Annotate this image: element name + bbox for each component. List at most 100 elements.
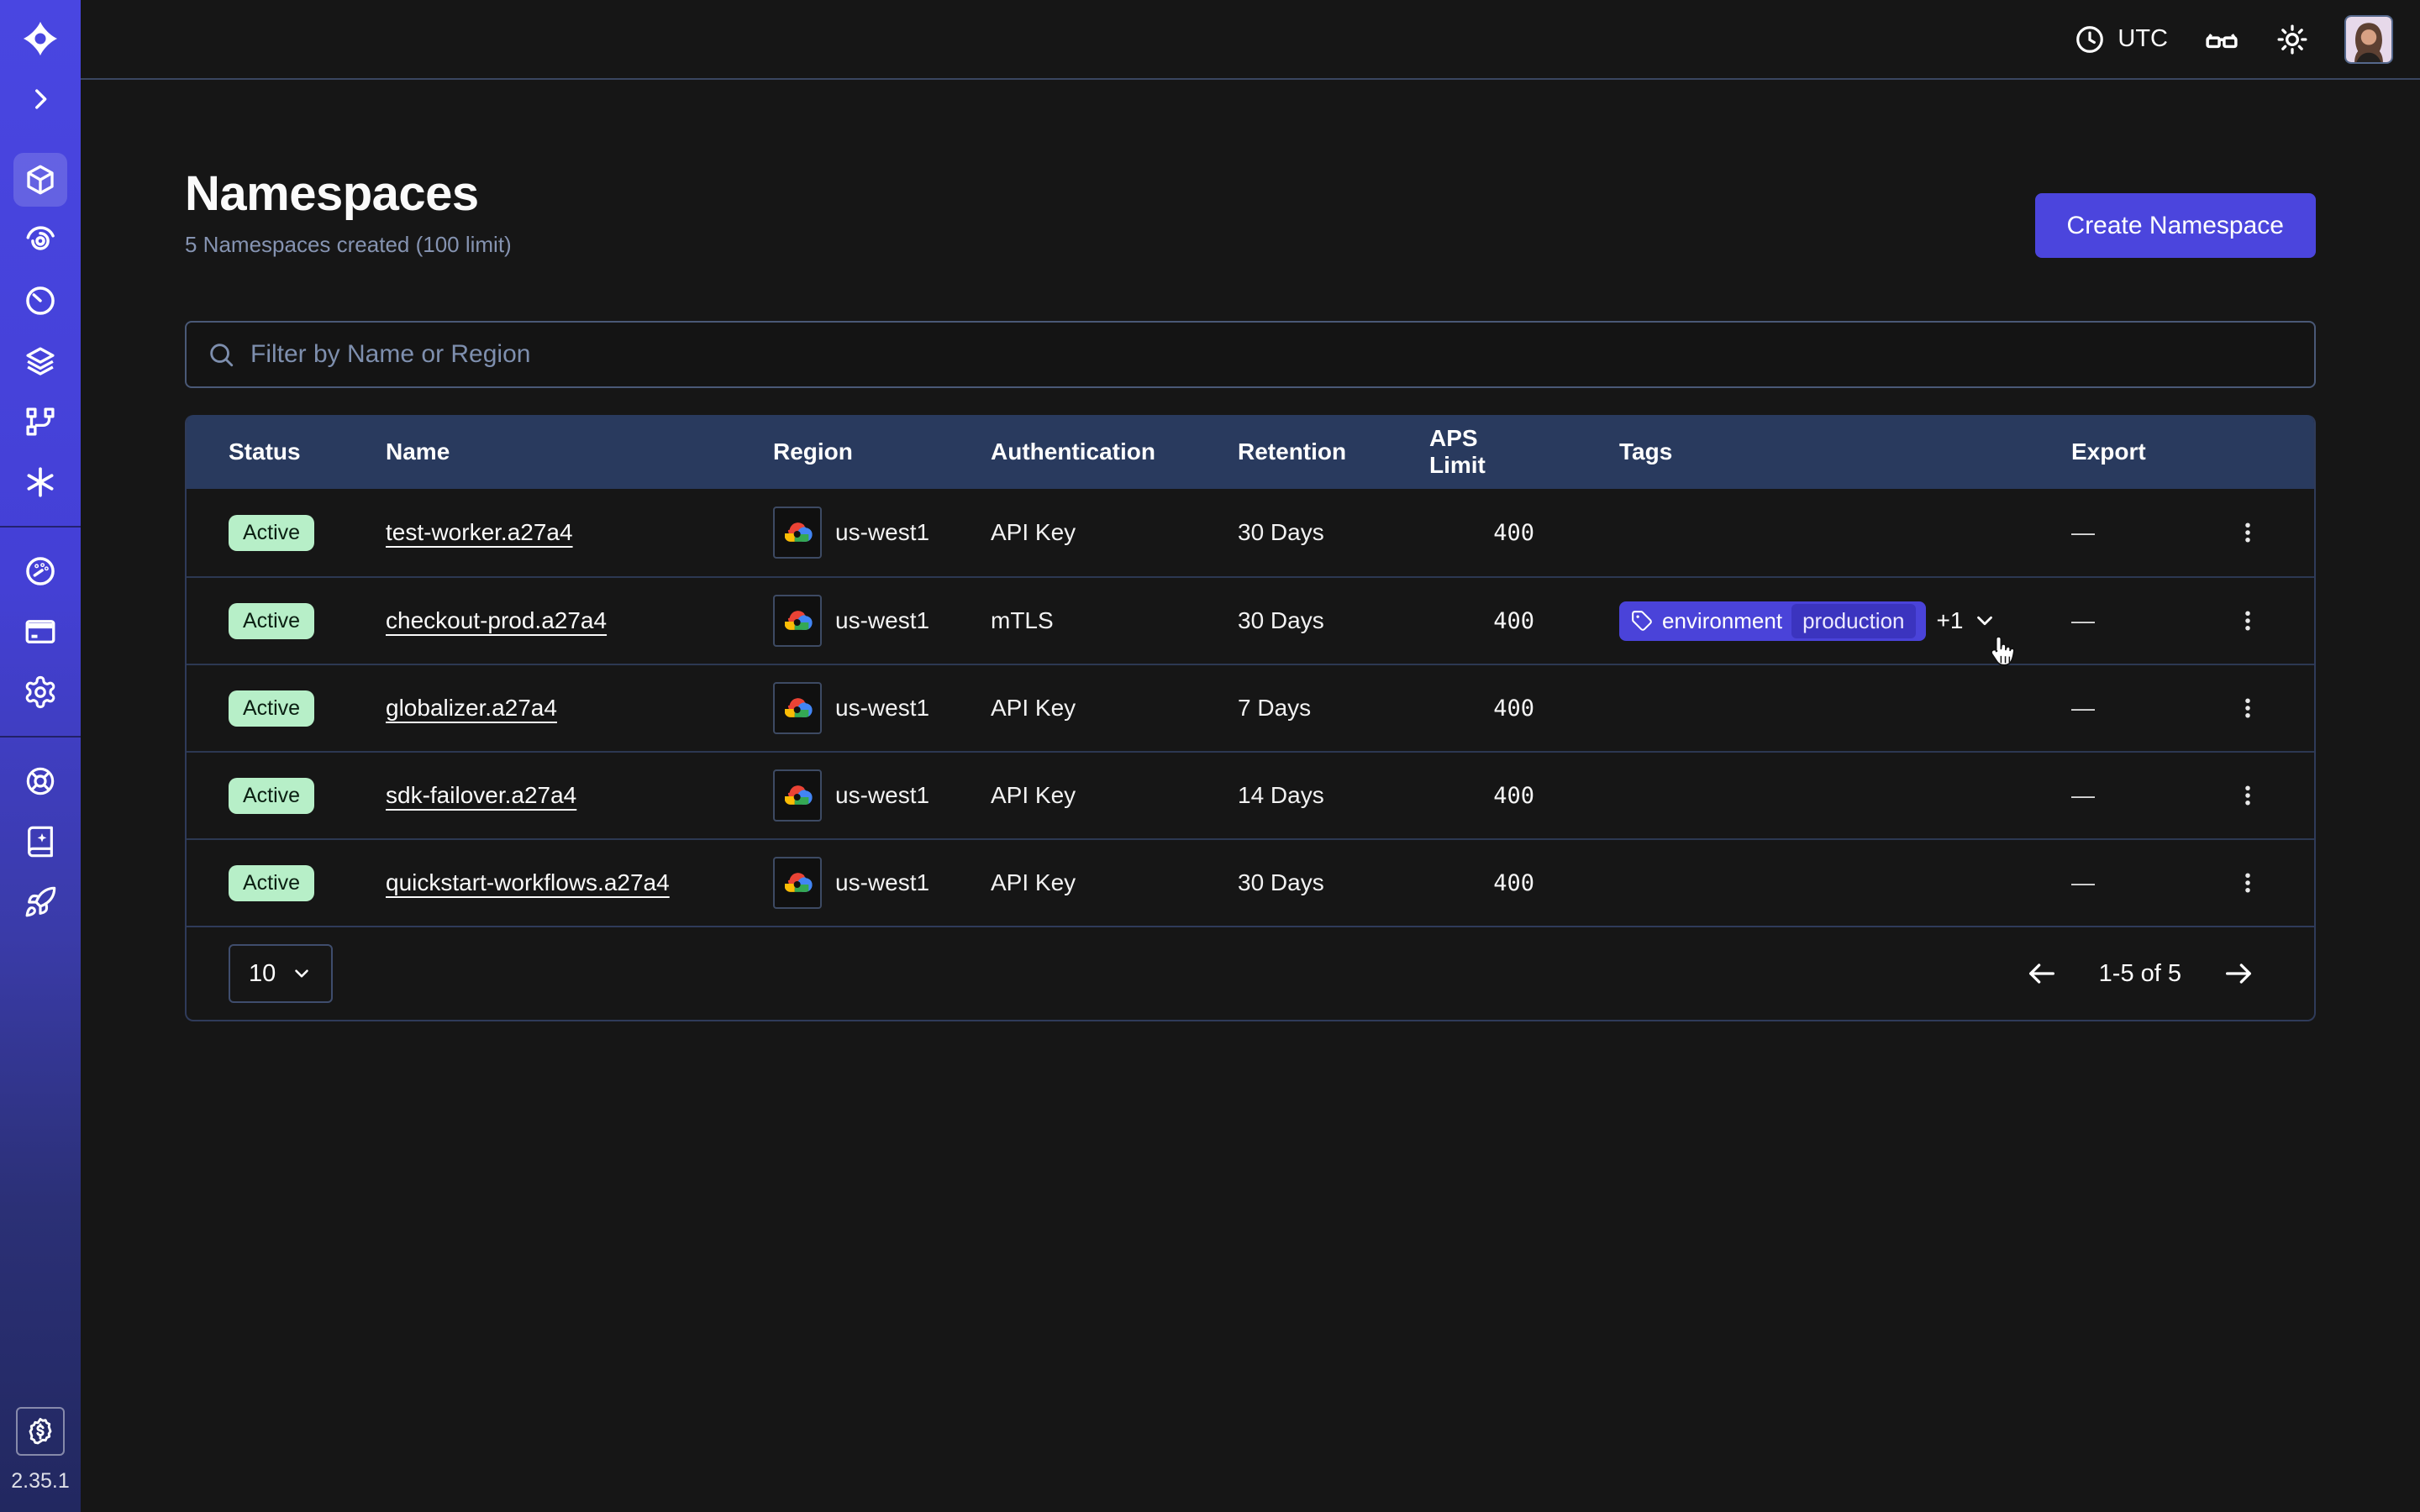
sidebar-item-getting-started[interactable]: [13, 875, 67, 929]
filter-input[interactable]: [250, 340, 2294, 369]
theme-toggle[interactable]: [2275, 23, 2309, 56]
retention-value: 30 Days: [1238, 869, 1429, 896]
row-actions-menu-button[interactable]: [2224, 685, 2271, 732]
arrow-right-icon: [2222, 957, 2255, 990]
timezone-label: UTC: [2118, 25, 2168, 53]
row-actions-menu-button[interactable]: [2224, 597, 2271, 644]
retention-value: 30 Days: [1238, 519, 1429, 546]
namespace-link[interactable]: sdk-failover.a27a4: [386, 782, 576, 809]
col-status: Status: [229, 438, 386, 465]
namespace-link[interactable]: globalizer.a27a4: [386, 695, 557, 722]
auth-value: API Key: [991, 782, 1238, 809]
namespace-count-subtitle: 5 Namespaces created (100 limit): [185, 232, 512, 258]
clock-icon: [2074, 24, 2106, 55]
region-label: us-west1: [835, 519, 929, 546]
page-header: Namespaces 5 Namespaces created (100 lim…: [185, 165, 2316, 258]
spiral-icon: [23, 223, 58, 258]
tags-expand-chevron-icon[interactable]: [1972, 608, 1997, 633]
sidebar-item-batch-operations[interactable]: [13, 395, 67, 449]
auth-value: mTLS: [991, 607, 1238, 634]
sidebar-item-support[interactable]: [13, 754, 67, 808]
tag-key: environment: [1662, 608, 1782, 634]
dollar-badge-icon: [24, 1415, 56, 1447]
namespace-link[interactable]: test-worker.a27a4: [386, 519, 573, 546]
table-row: Active sdk-failover.a27a4: [187, 751, 2314, 838]
create-namespace-button[interactable]: Create Namespace: [2035, 193, 2316, 258]
aps-value: 400: [1429, 696, 1534, 722]
gcp-logo-icon: [773, 769, 822, 822]
chevron-down-icon: [291, 963, 313, 984]
namespace-link[interactable]: checkout-prod.a27a4: [386, 607, 607, 634]
table-row: Active quickstart-workflows.a27a4: [187, 838, 2314, 926]
export-value: —: [2035, 869, 2220, 896]
table-header-row: Status Name Region Authentication Retent…: [187, 415, 2314, 489]
status-badge: Active: [229, 865, 314, 901]
col-aps-limit: APS Limit: [1429, 425, 1534, 479]
gcp-logo-icon: [773, 682, 822, 734]
previous-page-button[interactable]: [2025, 957, 2059, 990]
sidebar-item-deployments[interactable]: [13, 334, 67, 388]
credit-card-icon: [23, 614, 58, 649]
namespace-link[interactable]: quickstart-workflows.a27a4: [386, 869, 670, 896]
sidebar-item-usage[interactable]: [13, 544, 67, 598]
sidebar-item-namespaces[interactable]: [13, 153, 67, 207]
aps-value: 400: [1429, 870, 1534, 896]
sidebar-item-docs[interactable]: [13, 815, 67, 869]
sidebar-item-billing[interactable]: [13, 605, 67, 659]
tags-overflow-count: +1: [1937, 607, 1964, 634]
retention-value: 30 Days: [1238, 607, 1429, 634]
gcp-logo-icon: [773, 595, 822, 647]
sidebar-item-nexus[interactable]: [13, 455, 67, 509]
filter-bar: [185, 321, 2316, 388]
readability-toggle[interactable]: [2203, 21, 2240, 58]
export-value: —: [2035, 695, 2220, 722]
export-value: —: [2035, 519, 2220, 546]
col-authentication: Authentication: [991, 438, 1238, 465]
sidebar-item-settings[interactable]: [13, 665, 67, 719]
next-page-button[interactable]: [2222, 957, 2255, 990]
sidebar-bottom: 2.35.1: [11, 1407, 70, 1512]
aps-value: 400: [1429, 520, 1534, 546]
page-title: Namespaces: [185, 165, 512, 222]
col-tags: Tags: [1534, 438, 2035, 465]
tags-cell: environment production +1: [1534, 601, 2035, 641]
row-actions-menu-button[interactable]: [2224, 772, 2271, 819]
gauge-icon: [23, 554, 58, 589]
col-region: Region: [773, 438, 991, 465]
region-label: us-west1: [835, 782, 929, 809]
region-label: us-west1: [835, 869, 929, 896]
sidebar-divider: [0, 736, 81, 738]
user-avatar[interactable]: [2344, 15, 2393, 64]
row-actions-menu-button[interactable]: [2224, 859, 2271, 906]
status-badge: Active: [229, 690, 314, 727]
glasses-icon: [2203, 21, 2240, 58]
gcp-logo-icon: [773, 507, 822, 559]
gear-icon: [23, 675, 58, 710]
col-retention: Retention: [1238, 438, 1429, 465]
pricing-button[interactable]: [16, 1407, 65, 1456]
tag-icon: [1631, 610, 1653, 632]
sidebar-expand-button[interactable]: [17, 76, 64, 123]
auth-value: API Key: [991, 869, 1238, 896]
tag-value: production: [1791, 604, 1915, 638]
sidebar-item-workflows[interactable]: [13, 213, 67, 267]
status-badge: Active: [229, 778, 314, 814]
row-actions-menu-button[interactable]: [2224, 509, 2271, 556]
col-export: Export: [2035, 438, 2220, 465]
cube-icon: [23, 162, 58, 197]
table-row: Active checkout-prod.a27a4: [187, 576, 2314, 664]
timer-icon: [23, 283, 58, 318]
table-row: Active globalizer.a27a4 u: [187, 664, 2314, 751]
auth-value: API Key: [991, 519, 1238, 546]
book-sparkle-icon: [24, 825, 57, 858]
pagination-range: 1-5 of 5: [2099, 960, 2181, 988]
namespaces-table: Status Name Region Authentication Retent…: [185, 415, 2316, 1021]
timezone-selector[interactable]: UTC: [2074, 24, 2168, 55]
sidebar-item-schedules[interactable]: [13, 274, 67, 328]
aps-value: 400: [1429, 783, 1534, 809]
tag-chip[interactable]: environment production: [1619, 601, 1926, 641]
sidebar: 2.35.1: [0, 0, 81, 1512]
page-size-select[interactable]: 10: [229, 944, 333, 1003]
region-label: us-west1: [835, 607, 929, 634]
export-value: —: [2035, 607, 2220, 634]
